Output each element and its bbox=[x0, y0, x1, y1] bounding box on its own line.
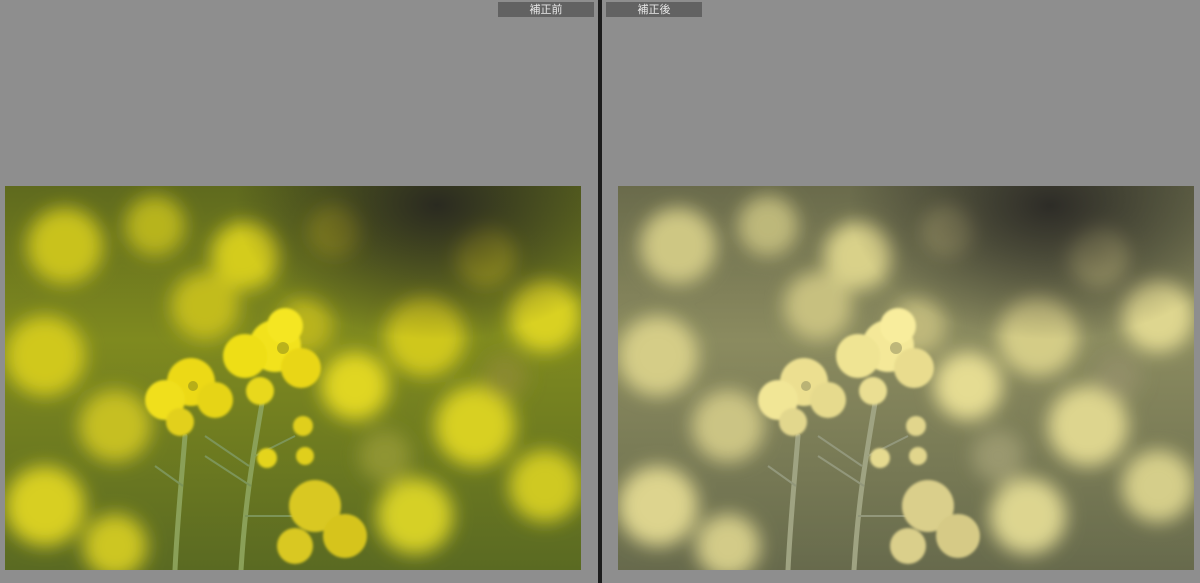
before-label: 補正前 bbox=[498, 2, 594, 17]
before-pane[interactable]: 補正前 bbox=[0, 0, 598, 583]
before-photo bbox=[5, 186, 581, 570]
canola-flower-image bbox=[5, 186, 581, 570]
canola-flower-image-adjusted bbox=[618, 186, 1194, 570]
after-photo bbox=[618, 186, 1194, 570]
after-label: 補正後 bbox=[606, 2, 702, 17]
after-pane[interactable]: 補正後 bbox=[602, 0, 1200, 583]
before-after-viewer: 補正前 補正後 bbox=[0, 0, 1200, 583]
